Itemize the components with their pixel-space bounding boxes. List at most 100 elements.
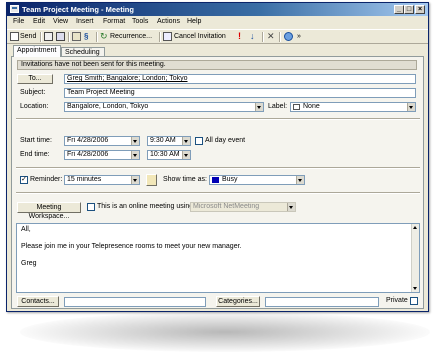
high-importance-icon[interactable]: ! — [238, 32, 247, 41]
end-time-value: 10:30 AM — [150, 151, 180, 158]
maximize-icon[interactable]: □ — [404, 5, 414, 14]
label-select[interactable]: None — [290, 102, 416, 112]
scroll-down-icon[interactable] — [413, 287, 417, 290]
menu-actions[interactable]: Actions — [157, 18, 180, 25]
toolbar: Send § ↻ Recurrence... Cancel Invitation… — [7, 29, 428, 44]
chevron-down-icon[interactable] — [131, 137, 139, 145]
label-field-label: Label: — [268, 103, 288, 110]
chevron-down-icon[interactable] — [255, 103, 263, 111]
start-time-field[interactable]: 9:30 AM — [147, 136, 191, 146]
calendar-cancel-icon — [163, 32, 172, 41]
menu-tools[interactable]: Tools — [132, 18, 148, 25]
meeting-workspace-button[interactable]: Meeting Workspace... — [17, 202, 81, 220]
minimize-icon[interactable]: _ — [394, 5, 404, 14]
title-bar[interactable]: Team Project Meeting - Meeting _ □ × — [7, 3, 428, 16]
toolbar-separator — [96, 32, 98, 42]
end-date-value: Fri 4/28/2006 — [67, 151, 109, 158]
chevron-down-icon[interactable] — [182, 137, 190, 145]
start-date-field[interactable]: Fri 4/28/2006 — [64, 136, 140, 146]
menu-edit[interactable]: Edit — [33, 18, 45, 25]
chevron-down-icon[interactable] — [131, 176, 139, 184]
menu-view[interactable]: View — [53, 18, 68, 25]
chevron-down-icon[interactable] — [287, 203, 295, 211]
save-icon[interactable] — [44, 32, 53, 41]
toolbar-overflow-icon[interactable]: » — [297, 32, 306, 41]
location-value: Bangalore, London, Tokyo — [67, 103, 149, 110]
cancel-invitation-button[interactable]: Cancel Invitation — [174, 31, 226, 42]
divider — [16, 192, 420, 194]
contacts-field[interactable] — [64, 297, 206, 307]
categories-field[interactable] — [265, 297, 379, 307]
categories-button[interactable]: Categories... — [216, 296, 260, 307]
chevron-down-icon[interactable] — [131, 151, 139, 159]
scroll-up-icon[interactable] — [413, 226, 417, 229]
recurrence-button[interactable]: Recurrence... — [110, 31, 152, 42]
subject-field[interactable]: Team Project Meeting — [64, 88, 416, 98]
body-line: All, — [21, 226, 31, 233]
divider — [16, 118, 420, 120]
start-time-value: 9:30 AM — [150, 137, 176, 144]
tab-appointment[interactable]: Appointment — [13, 45, 61, 57]
toolbar-separator — [40, 32, 42, 42]
end-time-field[interactable]: 10:30 AM — [147, 150, 191, 160]
toolbar-separator — [262, 32, 264, 42]
toolbar-separator — [68, 32, 70, 42]
label-color-swatch — [293, 104, 300, 110]
meeting-icon — [10, 5, 19, 13]
label-value: None — [303, 103, 320, 110]
location-field[interactable]: Bangalore, London, Tokyo — [64, 102, 264, 112]
reminder-sound-icon[interactable] — [146, 174, 157, 186]
divider — [16, 167, 420, 169]
spelling-icon[interactable]: § — [84, 32, 93, 41]
menu-help[interactable]: Help — [187, 18, 201, 25]
subject-label: Subject: — [20, 89, 46, 96]
send-button[interactable]: Send — [20, 31, 36, 42]
body-line: Please join me in your Telepresence room… — [21, 243, 242, 250]
recurrence-icon: ↻ — [100, 31, 108, 41]
send-icon — [10, 32, 19, 41]
window-title: Team Project Meeting - Meeting — [22, 5, 134, 14]
menu-bar: File Edit View Insert Format Tools Actio… — [7, 17, 428, 28]
show-time-label: Show time as: — [163, 176, 207, 183]
help-icon[interactable] — [284, 32, 293, 41]
online-meeting-select[interactable]: Microsoft NetMeeting — [190, 202, 296, 212]
contacts-button[interactable]: Contacts... — [17, 296, 59, 307]
start-time-label: Start time: — [20, 137, 52, 144]
print-icon[interactable] — [56, 32, 65, 41]
vertical-scrollbar[interactable] — [411, 224, 419, 292]
online-meeting-value: Microsoft NetMeeting — [193, 203, 260, 210]
menu-file[interactable]: File — [13, 18, 24, 25]
online-meeting-label: This is an online meeting using: — [97, 203, 196, 210]
menu-insert[interactable]: Insert — [76, 18, 94, 25]
start-date-value: Fri 4/28/2006 — [67, 137, 109, 144]
toolbar-separator — [159, 32, 161, 42]
location-label: Location: — [20, 103, 49, 110]
end-date-field[interactable]: Fri 4/28/2006 — [64, 150, 140, 160]
menu-format[interactable]: Format — [103, 18, 125, 25]
private-label: Private — [386, 297, 408, 304]
all-day-checkbox[interactable] — [195, 137, 203, 145]
reminder-checkbox[interactable]: ✓ — [20, 176, 28, 184]
close-icon[interactable]: × — [415, 5, 425, 14]
message-body[interactable]: All, Please join me in your Telepresence… — [16, 223, 420, 293]
chevron-down-icon[interactable] — [296, 176, 304, 184]
toolbar-separator — [279, 32, 281, 42]
show-time-select[interactable]: Busy — [209, 175, 305, 185]
body-line: Greg — [21, 260, 37, 267]
chevron-down-icon[interactable] — [182, 151, 190, 159]
to-button[interactable]: To... — [17, 74, 53, 84]
to-field[interactable]: Greg Smith; Bangalore; London; Tokyo — [64, 74, 416, 84]
all-day-label: All day event — [205, 137, 246, 144]
low-importance-icon[interactable]: ↓ — [250, 32, 259, 41]
reminder-label: Reminder: — [30, 176, 63, 183]
info-bar: Invitations have not been sent for this … — [17, 60, 417, 70]
private-checkbox[interactable] — [410, 297, 418, 305]
online-meeting-checkbox[interactable] — [87, 203, 95, 211]
appointment-panel: Invitations have not been sent for this … — [11, 56, 424, 309]
reminder-select[interactable]: 15 minutes — [64, 175, 140, 185]
insert-file-icon[interactable] — [72, 32, 81, 41]
end-time-label: End time: — [20, 151, 50, 158]
meeting-window: Team Project Meeting - Meeting _ □ × Fil… — [6, 2, 429, 312]
delete-icon[interactable]: ✕ — [267, 32, 276, 41]
chevron-down-icon[interactable] — [407, 103, 415, 111]
